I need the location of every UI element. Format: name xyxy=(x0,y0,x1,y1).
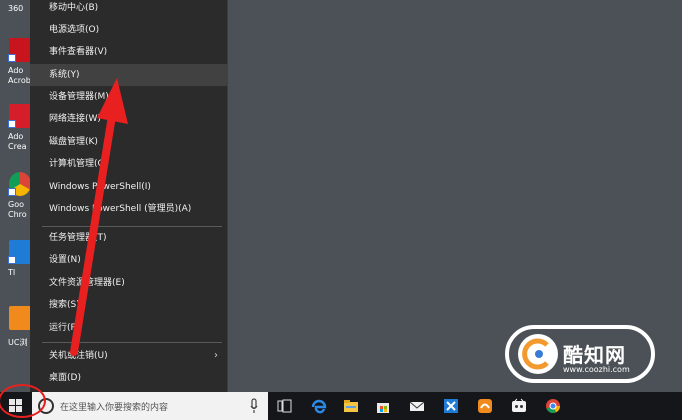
file-explorer-icon xyxy=(344,400,358,412)
chevron-right-icon: › xyxy=(214,350,218,361)
desktop-icon-creative-cloud[interactable]: Ado Crea xyxy=(0,104,31,170)
store-icon xyxy=(377,403,389,413)
menu-item-powershell-admin[interactable]: Windows PowerShell (管理员)(A) xyxy=(30,198,228,220)
task-view-icon xyxy=(277,399,292,413)
watermark-name: 酷知网 xyxy=(563,343,626,367)
menu-item-disk-management[interactable]: 磁盘管理(K) xyxy=(30,131,228,153)
microphone-icon[interactable] xyxy=(250,398,258,414)
menu-item-device-manager[interactable]: 设备管理器(M) xyxy=(30,86,228,108)
desktop-icon-acrobat[interactable]: Ado Acrob xyxy=(0,38,31,104)
desktop-icon-label: Goo Chro xyxy=(8,200,27,219)
app-blue-icon xyxy=(444,399,458,413)
desktop-icon-label: 360 xyxy=(8,4,24,13)
menu-item-power-options[interactable]: 电源选项(O) xyxy=(30,19,228,41)
menu-item-network-connections[interactable]: 网络连接(W) xyxy=(30,108,228,130)
uc-browser-icon xyxy=(9,306,31,330)
desktop-icon-chrome[interactable]: Goo Chro xyxy=(0,172,31,238)
menu-item-system[interactable]: 系统(Y) xyxy=(30,64,228,86)
menu-item-settings[interactable]: 设置(N) xyxy=(30,249,228,271)
desktop-icon-label: Ado Crea xyxy=(8,132,27,151)
menu-item-mobility-center[interactable]: 移动中心(B) xyxy=(30,0,228,19)
desktop-icon-ti[interactable]: TI xyxy=(0,240,31,306)
winx-context-menu: 移动中心(B) 电源选项(O) 事件查看器(V) 系统(Y) 设备管理器(M) … xyxy=(30,0,228,392)
desktop-icon-label: Ado Acrob xyxy=(8,66,31,85)
uc-browser-icon xyxy=(478,399,492,413)
menu-separator xyxy=(42,342,222,343)
taskbar-uc-browser[interactable] xyxy=(470,392,500,420)
menu-item-event-viewer[interactable]: 事件查看器(V) xyxy=(30,41,228,63)
task-view-button[interactable] xyxy=(270,392,300,420)
taskbar-store[interactable] xyxy=(368,392,398,420)
annotation-ellipse xyxy=(0,384,46,418)
taskbar-app-blue[interactable] xyxy=(436,392,466,420)
taskbar-chrome[interactable] xyxy=(538,392,568,420)
search-placeholder: 在这里输入你要搜索的内容 xyxy=(60,403,169,413)
chrome-icon xyxy=(546,399,560,413)
watermark-url: www.coozhi.com xyxy=(563,365,630,374)
shortcut-arrow-icon xyxy=(8,120,16,128)
taskbar-file-explorer[interactable] xyxy=(336,392,366,420)
desktop-icon-uc[interactable]: UC浏 xyxy=(0,306,31,372)
menu-item-shutdown[interactable]: 关机或注销(U) › xyxy=(30,345,228,367)
desktop-icons: 360 Ado Acrob Ado Crea Goo Chro TI UC浏 xyxy=(0,0,31,392)
menu-item-file-explorer[interactable]: 文件资源管理器(E) xyxy=(30,272,228,294)
edge-icon xyxy=(311,399,327,414)
app-green-icon xyxy=(512,398,526,412)
taskbar: 在这里输入你要搜索的内容 xyxy=(0,392,682,420)
menu-item-run[interactable]: 运行(R) xyxy=(30,317,228,339)
taskbar-mail[interactable] xyxy=(402,392,432,420)
taskbar-edge[interactable] xyxy=(304,392,334,420)
shortcut-arrow-icon xyxy=(8,188,16,196)
shortcut-arrow-icon xyxy=(8,256,16,264)
shortcut-arrow-icon xyxy=(8,54,16,62)
taskbar-app-green[interactable] xyxy=(504,392,534,420)
menu-item-search[interactable]: 搜索(S) xyxy=(30,294,228,316)
menu-item-task-manager[interactable]: 任务管理器(T) xyxy=(30,227,228,249)
watermark: 酷知网 www.coozhi.com xyxy=(505,323,655,385)
mail-icon xyxy=(409,401,425,411)
menu-item-computer-management[interactable]: 计算机管理(G) xyxy=(30,153,228,175)
taskbar-search-box[interactable]: 在这里输入你要搜索的内容 xyxy=(32,392,268,420)
menu-item-powershell[interactable]: Windows PowerShell(I) xyxy=(30,176,228,198)
desktop-icon-label: UC浏 xyxy=(8,338,28,347)
desktop-icon-label: TI xyxy=(8,268,16,277)
menu-item-desktop[interactable]: 桌面(D) xyxy=(30,367,228,389)
menu-item-shutdown-label: 关机或注销(U) xyxy=(49,351,108,361)
